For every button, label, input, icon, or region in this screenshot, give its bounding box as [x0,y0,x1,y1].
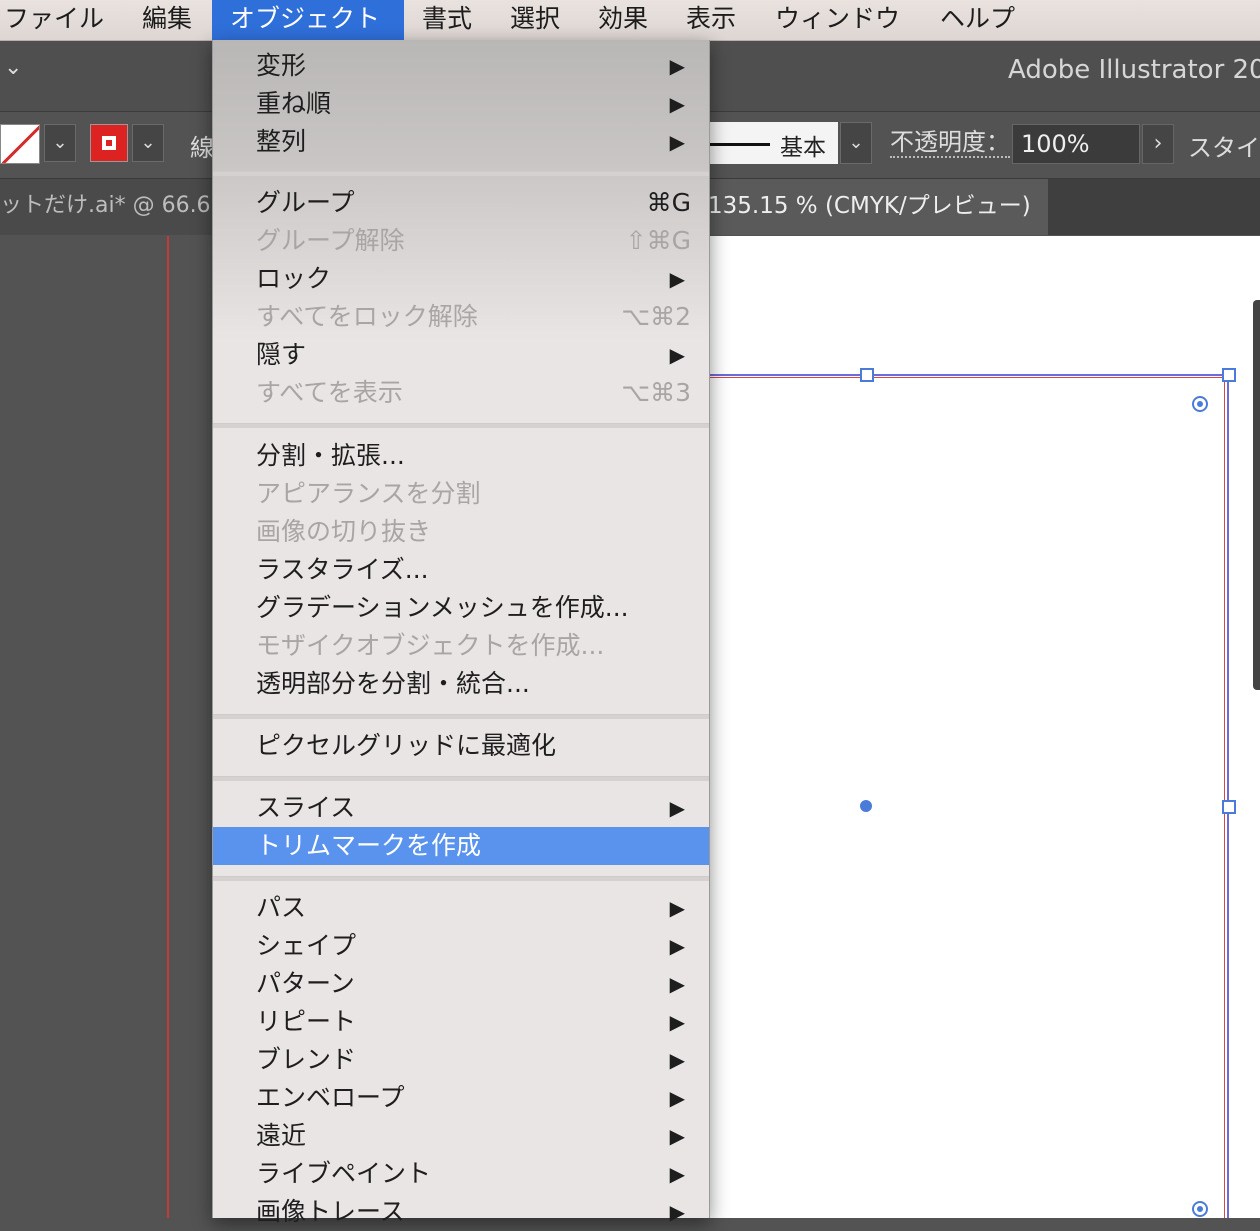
submenu-arrow-icon: ▶ [669,1162,685,1186]
brush-dropdown[interactable]: ⌄ [840,122,872,164]
submenu-arrow-icon: ▶ [669,343,685,367]
panel-edge [1253,300,1260,690]
menu-item-rasterize[interactable]: ラスタライズ... [213,551,709,589]
menu-item-expand-appearance: アピアランスを分割 [256,479,481,508]
menu-item-align[interactable]: 整列 ▶ [213,123,709,161]
menu-item-group[interactable]: グループ ⌘G [213,184,709,222]
document-tab-1[interactable]: ットだけ.ai* @ 66.67 [0,179,212,235]
selection-handle-top-center[interactable] [860,368,874,382]
menu-separator [213,171,709,176]
stroke-dropdown[interactable]: ⌄ [132,124,164,162]
menu-item-live-paint[interactable]: ライブペイント ▶ [213,1155,709,1193]
canvas-pasteboard[interactable] [0,236,212,1218]
object-menu: 変形 ▶ 重ね順 ▶ 整列 ▶ グループ ⌘G グループ解除 ⇧⌘G ロック ▶… [212,40,710,1226]
shortcut-label: ⌘G [646,188,691,217]
stroke-label[interactable]: 線 [190,128,214,163]
style-label[interactable]: スタイ [1188,128,1260,163]
menu-bar: ファイル 編集 オブジェクト 書式 選択 効果 表示 ウィンドウ ヘルプ [0,0,1260,41]
selection-bounds-top [708,374,1228,376]
menu-item-unlock-all: すべてをロック解除 ⌥⌘2 [213,298,709,336]
menu-item-shape[interactable]: シェイプ ▶ [213,927,709,965]
submenu-arrow-icon: ▶ [669,1048,685,1072]
submenu-arrow-icon: ▶ [669,1200,685,1224]
menu-item-path[interactable]: パス ▶ [213,889,709,927]
menu-item-lock[interactable]: ロック ▶ [213,260,709,298]
menu-item-gradient-mesh[interactable]: グラデーションメッシュを作成... [213,589,709,627]
menu-item-pixel-perfect[interactable]: ピクセルグリッドに最適化 [213,727,709,765]
corner-widget-icon[interactable] [1192,1201,1208,1217]
artboard-edge-right [1224,377,1225,1218]
menu-item-perspective[interactable]: 遠近 ▶ [213,1117,709,1155]
menu-separator [213,714,709,719]
submenu-arrow-icon: ▶ [669,1124,685,1148]
submenu-arrow-icon: ▶ [669,54,685,78]
shortcut-label: ⌥⌘3 [621,378,691,407]
submenu-arrow-icon: ▶ [669,972,685,996]
menu-item-object-mosaic: モザイクオブジェクトを作成... [256,631,605,660]
corner-widget-icon[interactable] [1192,396,1208,412]
artboard[interactable] [708,236,1260,1218]
selection-handle-right-center[interactable] [1222,800,1236,814]
menu-separator [213,876,709,881]
menu-separator [213,423,709,428]
submenu-arrow-icon: ▶ [669,92,685,116]
menu-item-crop-image: 画像の切り抜き [256,517,432,546]
brush-label: 基本 [780,135,826,161]
menubar-item-type[interactable]: 書式 [404,0,490,40]
menu-item-ungroup: グループ解除 ⇧⌘G [213,222,709,260]
stroke-swatch-icon [101,135,117,151]
menu-item-arrange[interactable]: 重ね順 ▶ [213,85,709,123]
menubar-item-file[interactable]: ファイル [0,0,122,40]
menubar-item-object[interactable]: オブジェクト [212,0,404,40]
shortcut-label: ⇧⌘G [625,226,691,255]
none-slash-icon [1,125,39,163]
menu-item-transform[interactable]: 変形 ▶ [213,47,709,85]
artboard-edge-top [708,377,1226,378]
menu-item-hide[interactable]: 隠す ▶ [213,336,709,374]
brush-stroke-line [708,143,770,146]
fill-swatch[interactable] [0,124,40,164]
opacity-arrow-button[interactable]: › [1142,124,1174,164]
selection-handle-top-right[interactable] [1222,368,1236,382]
menubar-item-help[interactable]: ヘルプ [922,0,1033,40]
menu-item-envelope[interactable]: エンベロープ ▶ [213,1079,709,1117]
menu-item-slice[interactable]: スライス ▶ [213,789,709,827]
selection-bounds-right [1227,374,1229,1218]
fill-dropdown[interactable]: ⌄ [44,124,76,162]
menu-item-blend[interactable]: ブレンド ▶ [213,1041,709,1079]
menu-item-create-trim-marks[interactable]: トリムマークを作成 [213,827,709,865]
menu-item-show-all: すべてを表示 ⌥⌘3 [213,374,709,412]
menu-item-image-trace[interactable]: 画像トレース ▶ [213,1193,709,1231]
submenu-arrow-icon: ▶ [669,934,685,958]
submenu-arrow-icon: ▶ [669,267,685,291]
menubar-item-effect[interactable]: 効果 [580,0,666,40]
opacity-input[interactable]: 100% [1012,124,1140,164]
chevron-down-icon[interactable]: ⌄ [4,55,22,80]
bleed-guide [167,236,169,1218]
menu-separator [213,776,709,781]
menubar-item-window[interactable]: ウィンドウ [757,0,918,40]
submenu-arrow-icon: ▶ [669,1086,685,1110]
shortcut-label: ⌥⌘2 [621,302,691,331]
document-tab-2[interactable]: 135.15 % (CMYK/プレビュー) [708,179,1048,235]
stroke-swatch[interactable] [90,124,128,162]
menubar-item-select[interactable]: 選択 [492,0,578,40]
menu-item-expand[interactable]: 分割・拡張... [213,437,709,475]
menubar-item-edit[interactable]: 編集 [124,0,210,40]
selection-center-point [860,800,872,812]
opacity-label[interactable]: 不透明度： [890,128,1010,158]
submenu-arrow-icon: ▶ [669,896,685,920]
submenu-arrow-icon: ▶ [669,796,685,820]
menubar-item-view[interactable]: 表示 [668,0,754,40]
menu-item-pattern[interactable]: パターン ▶ [213,965,709,1003]
menu-item-repeat[interactable]: リピート ▶ [213,1003,709,1041]
menu-item-flatten-transparency[interactable]: 透明部分を分割・統合... [213,665,709,703]
submenu-arrow-icon: ▶ [669,130,685,154]
app-title: Adobe Illustrator 202 [1008,55,1260,85]
submenu-arrow-icon: ▶ [669,1010,685,1034]
